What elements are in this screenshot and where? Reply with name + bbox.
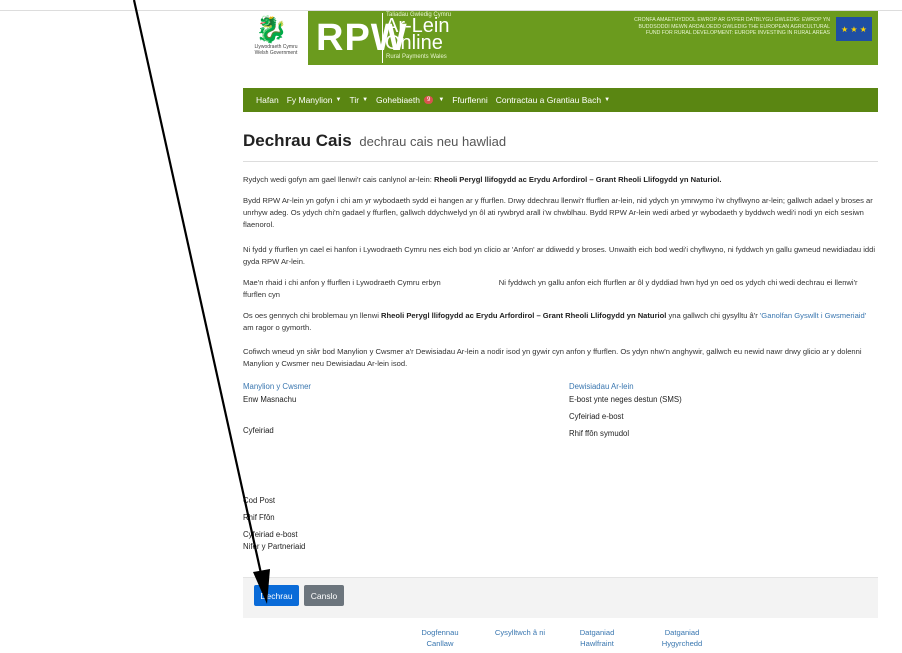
scheme-name: Rheoli Perygl llifogydd ac Erydu Arfordi… [433,175,722,184]
nav-correspondence-label: Gohebiaeth [376,95,420,105]
main-navbar: Hafan Fy Manylion ▼ Tir ▼ Gohebiaeth 9 ▼ Ffu… [243,88,878,112]
page-title: Dechrau Cais dechrau cais neu hawliad [243,131,506,151]
start-button[interactable]: Dechrau [254,585,299,606]
footer-access-line2: Hygyrchedd [661,639,703,648]
phone-label: Rhif Ffôn [243,513,275,522]
contact-centre-link[interactable]: 'Ganolfan Gyswllt i Gwsmeriaid' [760,311,866,320]
title-divider [243,161,878,162]
nav-correspondence[interactable]: Gohebiaeth 9 ▼ [376,95,444,105]
deadline-text-a: Mae'n rhaid i chi anfon y ffurflen i Lyw… [243,278,441,287]
address-label: Cyfeiriad [243,426,274,435]
mobile-label: Rhif ffôn symudol [569,429,630,438]
email-label: Cyfeiriad e-bost [243,530,298,539]
footer-docs-line2: Canllaw [426,639,454,648]
online-email-label: Cyfeiriad e-bost [569,412,624,421]
site-banner: 🐉 Llywodraeth Cymru Welsh Government RPW… [243,11,878,65]
nav-my-details-label: Fy Manylion [286,95,333,105]
intro-text: Rydych wedi gofyn am gael llenwi'r cais … [243,175,434,184]
nav-contracts-label: Contractau a Grantiau Bach [495,95,602,105]
footer-copyright-line1: Datganiad [579,628,615,637]
submit-paragraph: Ni fydd y ffurflen yn cael ei hanfon i L… [243,245,876,266]
nav-my-details[interactable]: Fy Manylion ▼ [287,95,342,105]
intro-paragraph: Rydych wedi gofyn am gael llenwi'r cais … [243,174,878,186]
sms-label: E-bost ynte neges destun (SMS) [569,395,682,404]
online-text: Online [385,32,443,54]
nav-land[interactable]: Tir ▼ [349,95,368,105]
partners-label: Nifer y Partneriaid [243,542,306,551]
caret-down-icon: ▼ [362,97,369,103]
info-paragraph: Bydd RPW Ar-lein yn gofyn i chi am yr wy… [243,196,873,229]
nav-forms-label: Ffurflenni [452,95,488,105]
cancel-button[interactable]: Canslo [304,585,344,606]
footer-guidance-docs-link[interactable]: Dogfennau Canllaw [412,627,468,649]
caret-down-icon: ▼ [438,97,445,103]
ar-lein-logo: Ar-Lein Online [385,16,449,54]
page-subtitle: dechrau cais neu hawliad [359,134,507,149]
footer-copyright-line2: Hawlfraint [580,639,614,648]
rural-payments-wales-text: Rural Payments Wales [386,54,447,60]
nav-forms[interactable]: Ffurflenni [452,95,487,105]
help-text-pre: Os oes gennych chi broblemau yn llenwi [243,311,382,320]
eu-flag-icon: ★ ★ ★ [836,17,872,41]
caret-down-icon: ▼ [335,97,342,103]
nav-contracts[interactable]: Contractau a Grantiau Bach ▼ [496,95,610,105]
nav-home[interactable]: Hafan [256,95,279,105]
nav-land-label: Tir [349,95,360,105]
footer-docs-line1: Dogfennau [421,628,459,637]
trading-name-label: Enw Masnachu [243,395,297,404]
caret-down-icon: ▼ [604,97,611,103]
help-text-mid: yna gallwch chi gysylltu â'r [666,311,760,320]
help-text-post: am ragor o gymorth. [243,323,312,332]
footer-access-line1: Datganiad [664,628,700,637]
notification-badge: 9 [423,96,434,104]
help-scheme-name: Rheoli Perygl llifogydd ac Erydu Arfordi… [381,311,667,320]
check-details-paragraph: Cofiwch wneud yn siŵr bod Manylion y Cws… [243,347,862,368]
footer-copyright-link[interactable]: Datganiad Hawlfraint [573,627,621,649]
eu-fund-text: CRONFA AMAETHYDDOL EWROP AR GYFER DATBLY… [634,17,830,36]
page-title-text: Dechrau Cais [243,131,352,150]
welsh-government-logo[interactable]: 🐉 Llywodraeth Cymru Welsh Government [243,11,308,65]
footer-contact-link[interactable]: Cysylltwch â ni [488,627,552,638]
online-preferences-link[interactable]: Dewisiadau Ar-lein [569,382,634,391]
deadline-paragraph: Mae'n rhaid i chi anfon y ffurflen i Lyw… [243,277,878,301]
wg-logo-text: Llywodraeth Cymru Welsh Government [254,44,298,56]
footer-accessibility-link[interactable]: Datganiad Hygyrchedd [654,627,710,649]
customer-details-link[interactable]: Manylion y Cwsmer [243,382,311,391]
logo-divider [382,13,383,63]
nav-home-label: Hafan [256,95,279,105]
help-paragraph: Os oes gennych chi broblemau yn llenwi R… [243,310,878,334]
postcode-label: Cod Post [243,496,276,505]
dragon-icon: 🐉 [255,14,288,44]
